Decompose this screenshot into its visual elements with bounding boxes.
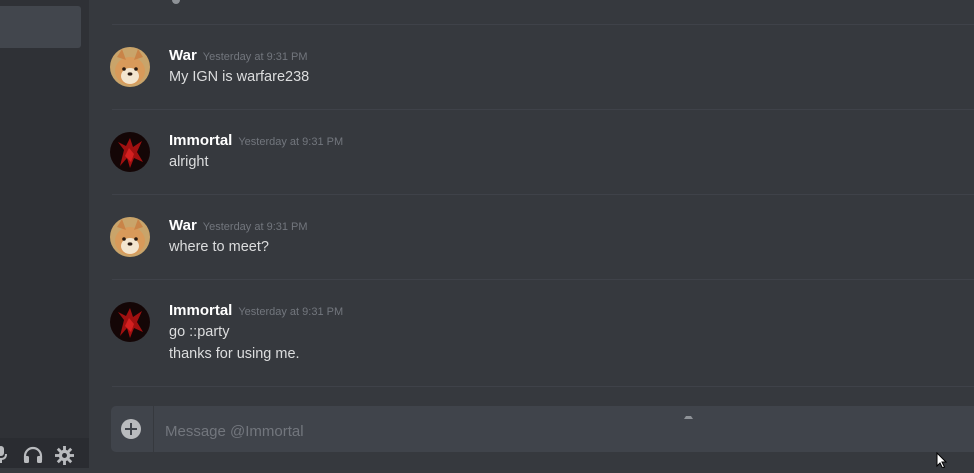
- message-timestamp: Yesterday at 9:31 PM: [238, 306, 344, 318]
- message-divider: [112, 279, 974, 280]
- message-author[interactable]: War Yesterday at 9:31 PM: [169, 217, 308, 236]
- attach-plus-icon[interactable]: [121, 419, 141, 439]
- headphones-icon[interactable]: [23, 446, 43, 464]
- message-divider: [112, 24, 974, 25]
- text-caret-icon: [684, 413, 693, 419]
- shiba-dog-avatar[interactable]: [110, 217, 150, 257]
- message-divider: [112, 109, 974, 110]
- channel-sidebar: [0, 0, 89, 468]
- user-panel: [0, 438, 89, 468]
- message-composer: [111, 406, 974, 452]
- message-author[interactable]: Immortal Yesterday at 9:31 PM: [169, 302, 343, 321]
- message-text: My IGN is warfare238: [169, 69, 310, 85]
- gear-icon[interactable]: [55, 446, 74, 465]
- dark-red-creature-avatar[interactable]: [110, 132, 150, 172]
- message-text: where to meet?: [169, 239, 269, 255]
- dark-red-creature-avatar[interactable]: [110, 302, 150, 342]
- message-author[interactable]: Immortal Yesterday at 9:31 PM: [169, 132, 343, 151]
- message-timestamp: Yesterday at 9:31 PM: [238, 136, 344, 148]
- shiba-dog-avatar[interactable]: [110, 47, 150, 87]
- message-timestamp: Yesterday at 9:31 PM: [202, 221, 308, 233]
- message-divider: [112, 194, 974, 195]
- message-timestamp: Yesterday at 9:31 PM: [202, 51, 308, 63]
- message-text: go ::party: [169, 324, 230, 340]
- message-text: thanks for using me.: [169, 346, 300, 362]
- composer-separator: [153, 406, 154, 452]
- message-text: alright: [169, 154, 209, 170]
- message-input[interactable]: [163, 419, 947, 443]
- mouse-pointer-icon: [936, 451, 948, 473]
- message-author[interactable]: War Yesterday at 9:31 PM: [169, 47, 308, 66]
- microphone-icon[interactable]: [0, 446, 8, 464]
- selected-dm-item[interactable]: [0, 6, 81, 48]
- message-divider: [112, 386, 974, 387]
